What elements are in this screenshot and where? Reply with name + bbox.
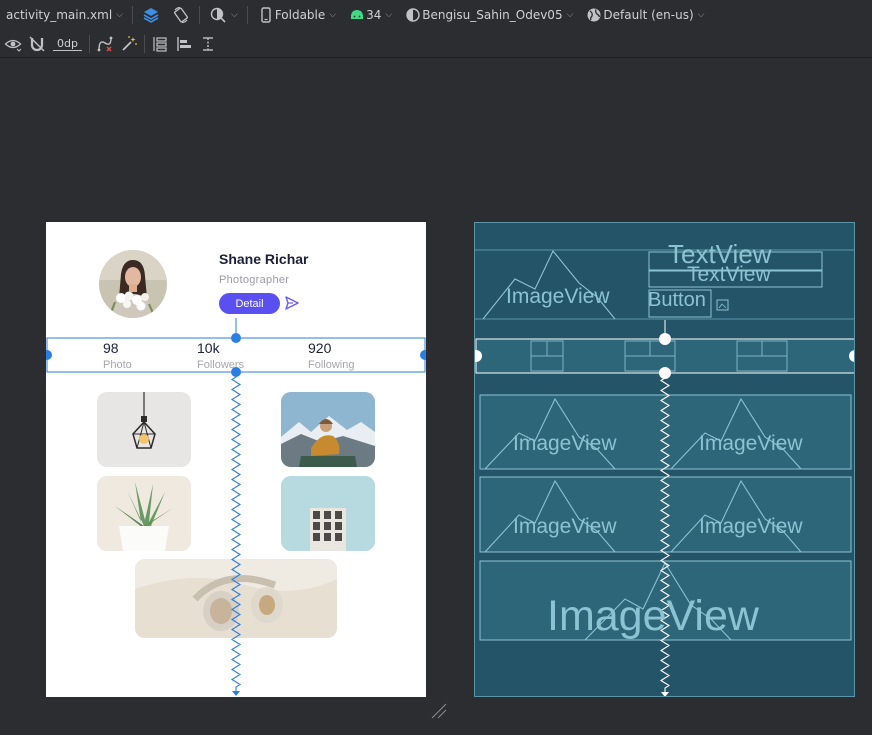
api-level-label: 34: [366, 8, 382, 22]
android-icon: [351, 10, 364, 19]
pack-icon: [153, 36, 167, 52]
phone-icon: [261, 7, 271, 23]
toolbar-divider: [246, 6, 248, 24]
pack-button[interactable]: [148, 30, 172, 57]
clear-constraints-icon: [97, 36, 113, 51]
device-dropdown[interactable]: Foldable ⌵: [251, 0, 342, 30]
device-label: Foldable: [274, 8, 326, 22]
align-button[interactable]: [172, 30, 196, 57]
autoconnect-button[interactable]: [25, 30, 49, 57]
toolbar-divider: [88, 34, 90, 53]
blueprint-imageview-2: ImageView: [699, 432, 803, 455]
left-anchor-handle: [46, 350, 52, 360]
magic-wand-icon: [122, 35, 137, 51]
theme-dropdown[interactable]: Bengisu_Sahin_Odev05 ⌵: [398, 0, 579, 30]
chevron-down-icon: ⌵: [230, 10, 238, 20]
file-name: activity_main.xml: [6, 8, 113, 22]
toolbar-divider: [143, 34, 145, 53]
blueprint-textview-role: TextView: [687, 263, 771, 286]
night-mode-icon: [210, 7, 226, 23]
chevron-down-icon: ⌵: [116, 10, 123, 20]
top-anchor-handle: [231, 333, 241, 343]
chevron-down-icon: ⌵: [385, 10, 393, 20]
guidelines-icon: [202, 36, 213, 51]
blueprint-imageview-3: ImageView: [513, 515, 617, 538]
api-level-dropdown[interactable]: 34 ⌵: [342, 0, 398, 30]
magnet-off-icon: [29, 36, 45, 51]
file-dropdown[interactable]: activity_main.xml ⌵: [0, 0, 129, 30]
orientation-button[interactable]: [166, 0, 196, 30]
locale-label: Default (en-us): [603, 8, 694, 22]
infer-constraints-button[interactable]: [117, 30, 141, 57]
layout-toolbar: 0dp: [0, 30, 872, 58]
toolbar-divider: [198, 6, 200, 24]
chevron-down-icon: ⌵: [329, 10, 337, 20]
resize-handle-icon[interactable]: [430, 702, 448, 720]
eye-icon: [4, 39, 22, 52]
clear-constraints-button[interactable]: [93, 30, 117, 57]
default-margin-button[interactable]: 0dp: [49, 30, 86, 57]
guidelines-button[interactable]: [196, 30, 220, 57]
theme-label: Bengisu_Sahin_Odev05: [422, 8, 563, 22]
editor-toolbar: activity_main.xml ⌵ ⌵ Foldable ⌵ 34 ⌵ Be…: [0, 0, 872, 31]
toolbar-divider: [131, 6, 133, 24]
night-mode-button[interactable]: ⌵: [203, 0, 244, 30]
blueprint-imageview-profile: ImageView: [506, 285, 610, 308]
chevron-down-icon: ⌵: [697, 10, 705, 20]
rotate-icon: [174, 6, 188, 24]
blueprint-preview[interactable]: TextView TextView Button ImageView Image…: [474, 222, 855, 697]
blueprint-imageview-1: ImageView: [513, 432, 617, 455]
globe-icon: [587, 8, 601, 22]
right-anchor-handle: [420, 350, 426, 360]
default-margin-value: 0dp: [53, 37, 82, 51]
layers-icon: [143, 8, 159, 23]
blueprint-button: Button: [648, 289, 706, 311]
chevron-down-icon: ⌵: [566, 10, 574, 20]
blueprint-imageview-5: ImageView: [547, 592, 759, 640]
design-preview[interactable]: Shane Richar Photographer Detail 98 Phot…: [46, 222, 426, 697]
constraint-overlay: [46, 318, 426, 696]
theme-icon: [406, 8, 420, 22]
blueprint-imageview-4: ImageView: [699, 515, 803, 538]
align-icon: [177, 36, 191, 51]
view-options-button[interactable]: [0, 30, 25, 57]
locale-dropdown[interactable]: Default (en-us) ⌵: [579, 0, 710, 30]
design-surface-button[interactable]: [136, 0, 166, 30]
